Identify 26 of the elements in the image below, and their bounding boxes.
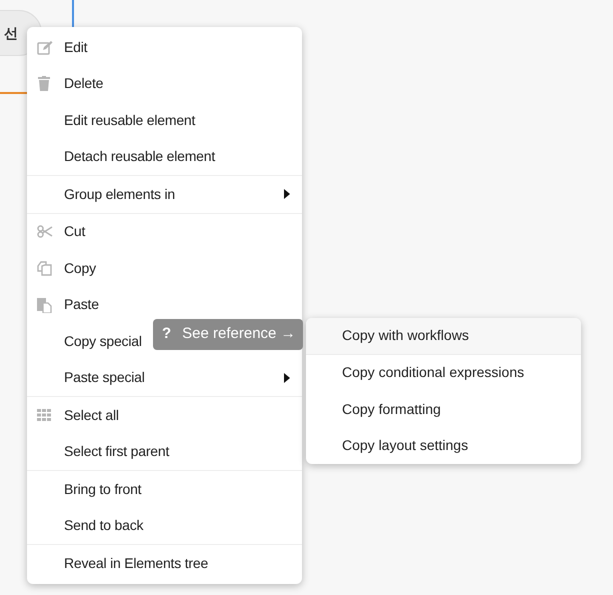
menu-item[interactable]: Bring to front [27, 471, 302, 508]
copy-icon [37, 260, 52, 276]
menu-item[interactable]: Detach reusable element [27, 138, 302, 175]
submenu-arrow-icon [284, 372, 290, 383]
menu-item[interactable]: Cut [27, 214, 302, 250]
submenu-item[interactable]: Copy with workflows [306, 318, 581, 354]
submenu-arrow-icon [284, 189, 290, 200]
help-icon: ? [162, 323, 172, 346]
submenu-item[interactable]: Copy layout settings [306, 428, 581, 464]
menu-item[interactable]: Paste special [27, 360, 302, 396]
submenu-item[interactable]: Copy formatting [306, 391, 581, 428]
menu-item[interactable]: Select first parent [27, 434, 302, 470]
menu-item[interactable]: Copy [27, 250, 302, 286]
scissors-icon [37, 225, 53, 238]
grid-icon [37, 409, 52, 422]
pencil-icon [37, 40, 53, 55]
menu-item[interactable]: Group elements in [27, 176, 302, 212]
menu-item[interactable]: Reveal in Elements tree [27, 545, 302, 582]
submenu-item[interactable]: Copy conditional expressions [306, 354, 581, 391]
paste-icon [37, 296, 52, 313]
menu-item[interactable]: Send to back [27, 508, 302, 544]
trash-icon [37, 76, 51, 92]
menu-item[interactable]: Edit reusable element [27, 102, 302, 138]
menu-item[interactable]: Delete [27, 66, 302, 102]
menu-item[interactable]: Select all [27, 397, 302, 434]
tooltip-text: See reference → [182, 324, 296, 344]
